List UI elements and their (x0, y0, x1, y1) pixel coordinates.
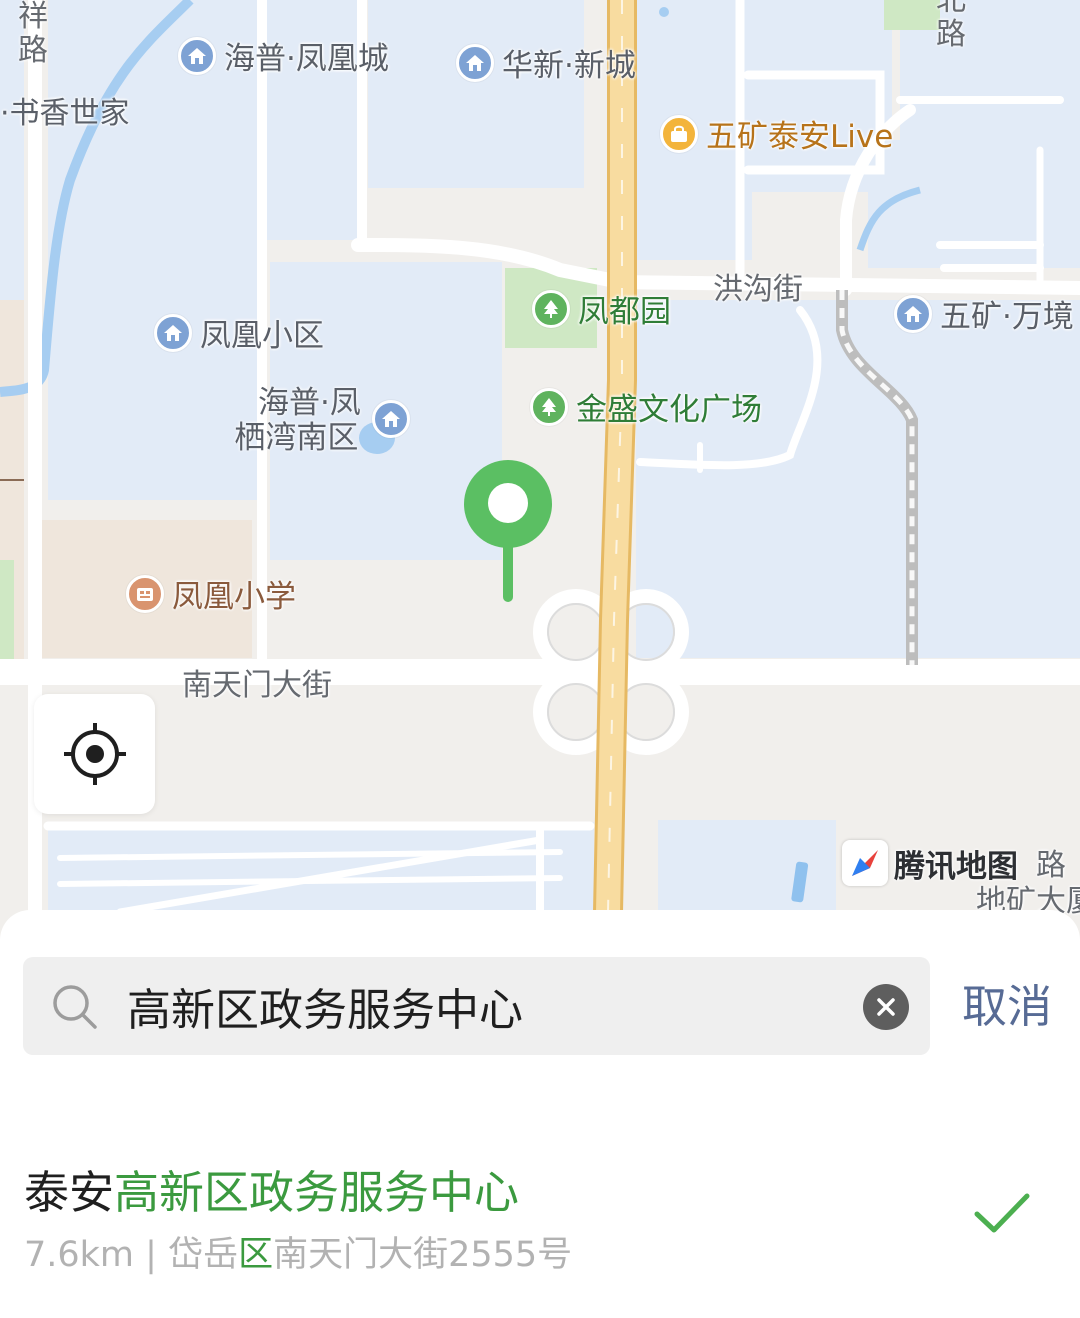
result-address-match: 区 (238, 1235, 274, 1275)
poi-label: 凤凰小区 (200, 318, 324, 354)
road-label-top-left: 祥路 (18, 0, 48, 68)
poi-label: 五矿·万境 (940, 299, 1074, 335)
search-result-item[interactable]: 泰安高新区政务服务中心 7.6km | 岱岳区南天门大街2555号 (0, 1130, 1080, 1280)
search-bar[interactable] (23, 957, 930, 1055)
tencent-map-logo-icon (842, 840, 888, 886)
result-address: 7.6km | 岱岳区南天门大街2555号 (24, 1226, 572, 1277)
map-brand: 腾讯地图 (842, 840, 1018, 886)
search-icon (53, 985, 97, 1029)
poi-label: 金盛文化广场 (576, 392, 762, 428)
road-label-nantianmen: 南天门大街 (182, 668, 332, 703)
poi-huaxin-xincheng[interactable]: 华新·新城 (456, 40, 636, 85)
residential-icon (894, 294, 932, 333)
search-sheet: 取消 泰安高新区政务服务中心 7.6km | 岱岳区南天门大街2555号 (0, 910, 1080, 1318)
poi-label-book-home: ·书香世家 (0, 96, 130, 131)
close-icon (877, 998, 895, 1016)
poi-label-line2: 栖湾南区 (234, 420, 359, 456)
poi-label: 凤都园 (578, 294, 671, 330)
poi-label: 五矿泰安Live (706, 119, 894, 155)
poi-haipu-fenghuangcheng[interactable]: 海普·凤凰城 (178, 33, 389, 78)
residential-icon (456, 43, 494, 82)
poi-label: 凤凰小学 (172, 579, 296, 615)
poi-wukuang-wanjing[interactable]: 五矿·万境 (894, 291, 1074, 336)
brand-text: 腾讯地图 (894, 848, 1018, 885)
poi-fenghuang-xiaoxue[interactable]: 凤凰小学 (126, 571, 296, 616)
location-marker-icon (464, 460, 552, 602)
check-icon (974, 1193, 1030, 1233)
poi-wukuang-taian-live[interactable]: 五矿泰安Live (660, 111, 893, 156)
poi-haipu-fengqiwan-icon-wrap[interactable] (372, 400, 418, 438)
residential-icon (154, 313, 192, 352)
clear-search-button[interactable] (863, 984, 909, 1030)
road-label-honggou: 洪沟街 (713, 272, 803, 307)
residential-icon (372, 400, 410, 438)
poi-fengduyuan[interactable]: 凤都园 (532, 286, 671, 331)
poi-label-book-home-text: 书香世家 (9, 96, 130, 131)
tree-icon (532, 289, 570, 328)
school-icon (126, 574, 164, 613)
result-title-match: 高新区政务服务中心 (114, 1166, 520, 1219)
result-title: 泰安高新区政务服务中心 (24, 1156, 519, 1221)
crosshair-icon (63, 723, 126, 785)
shopping-bag-icon (660, 114, 698, 153)
result-street: 南天门大街2555号 (273, 1235, 573, 1275)
result-distance-district: 7.6km | 岱岳 (24, 1235, 239, 1275)
cancel-button[interactable]: 取消 (962, 970, 1052, 1035)
search-input[interactable] (127, 957, 847, 1055)
poi-label: 华新·新城 (502, 48, 636, 84)
poi-label: 海普·凤凰城 (224, 41, 389, 77)
poi-haipu-fengqiwan-nanqu[interactable]: 海普·凤 栖湾南区 (232, 385, 361, 456)
map-view[interactable]: 洪沟街 南天门大街 祥路 北路 路 地矿大厦 ·书香世家 海普·凤凰城 华新·新… (0, 0, 1080, 940)
result-title-prefix: 泰安 (24, 1166, 115, 1219)
poi-fenghuang-xiaoqu[interactable]: 凤凰小区 (154, 310, 324, 355)
poi-label-line1: 海普·凤 (258, 385, 361, 421)
residential-icon (178, 36, 216, 75)
locate-me-button[interactable] (34, 694, 155, 814)
tree-icon (530, 387, 568, 426)
road-label-top-right: 北路 (936, 0, 966, 52)
poi-jinsheng-wenhua-guangchang[interactable]: 金盛文化广场 (530, 384, 762, 429)
